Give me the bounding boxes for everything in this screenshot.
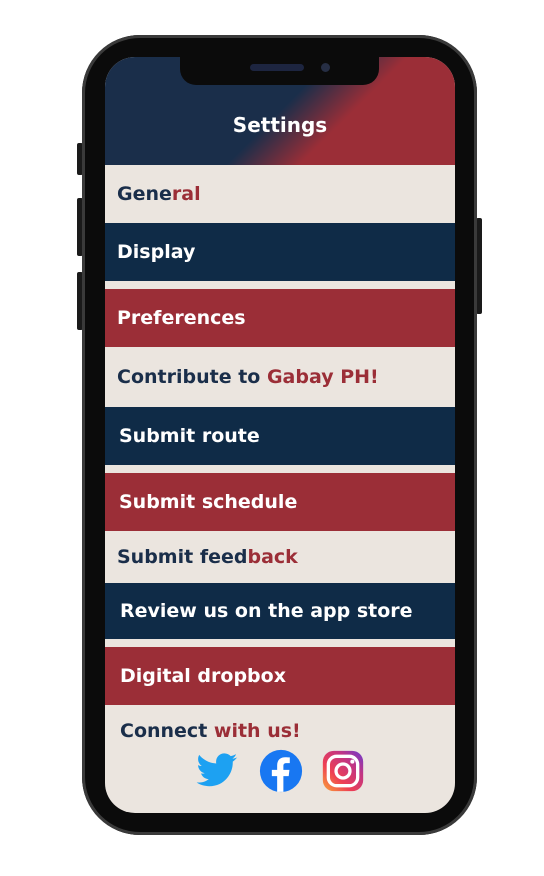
facebook-icon[interactable] xyxy=(259,749,303,793)
connect-label-prefix: Connect xyxy=(120,720,214,742)
submit-feedback-label-accent: back xyxy=(247,546,298,568)
general-item[interactable]: Gene ral xyxy=(105,165,455,223)
digital-dropbox-item[interactable]: Digital dropbox xyxy=(105,647,455,705)
speaker-grille xyxy=(250,64,304,71)
notch xyxy=(180,57,379,85)
submit-schedule-label: Submit schedule xyxy=(119,491,298,513)
front-camera xyxy=(321,63,330,72)
twitter-icon[interactable] xyxy=(195,749,239,793)
preferences-label: Preferences xyxy=(117,307,246,329)
submit-route-item[interactable]: Submit route xyxy=(105,407,455,465)
instagram-icon[interactable] xyxy=(321,749,365,793)
submit-schedule-item[interactable]: Submit schedule xyxy=(105,473,455,531)
submit-feedback-label-prefix: Submit feed xyxy=(117,546,248,568)
review-app-store-item[interactable]: Review us on the app store xyxy=(105,583,455,639)
connect-label-accent: with us! xyxy=(213,720,301,742)
review-label: Review us on the app store xyxy=(120,600,413,622)
general-label-prefix: Gene xyxy=(117,183,172,205)
contribute-section-title: Contribute to Gabay PH! xyxy=(105,347,455,407)
submit-route-label: Submit route xyxy=(119,425,260,447)
page-title: Settings xyxy=(232,113,328,137)
display-label: Display xyxy=(117,241,196,263)
social-links xyxy=(105,749,455,795)
preferences-item[interactable]: Preferences xyxy=(105,289,455,347)
contribute-label-prefix: Contribute to xyxy=(117,366,267,388)
submit-feedback-item[interactable]: Submit feed back xyxy=(105,531,455,583)
screen: Settings Gene ral Display Preferences Con… xyxy=(105,57,455,813)
contribute-label-accent: Gabay PH! xyxy=(266,366,379,388)
dropbox-label: Digital dropbox xyxy=(120,665,286,687)
display-item[interactable]: Display xyxy=(105,223,455,281)
general-label-accent: ral xyxy=(171,183,201,205)
